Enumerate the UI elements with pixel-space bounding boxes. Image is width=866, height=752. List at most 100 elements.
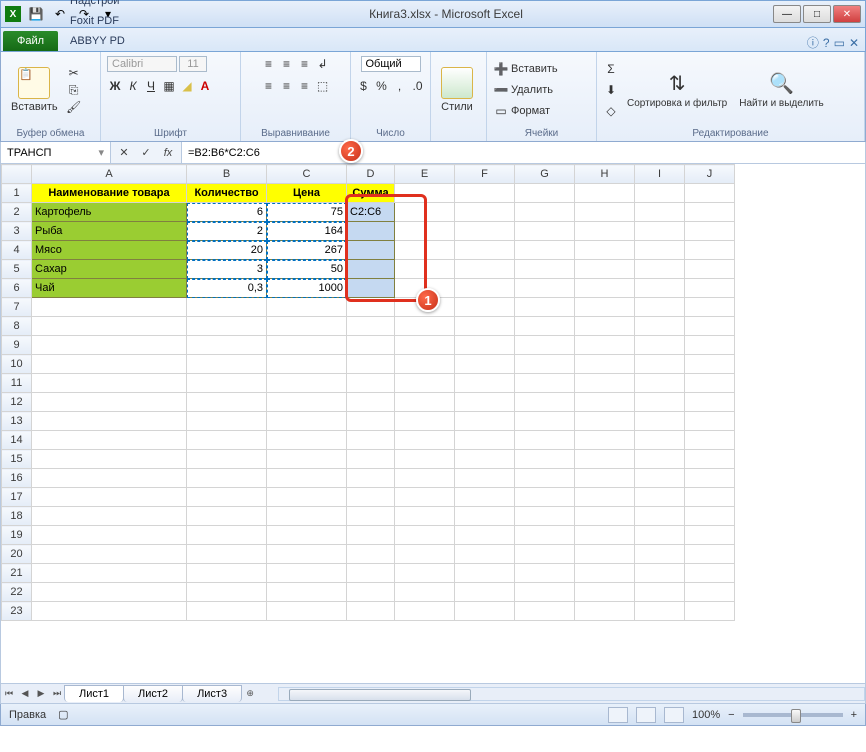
cell-C12[interactable] xyxy=(267,393,347,412)
confirm-edit-button[interactable]: ✓ xyxy=(137,145,155,161)
cell-C17[interactable] xyxy=(267,488,347,507)
cell-B4[interactable]: 20 xyxy=(187,241,267,260)
cell-D10[interactable] xyxy=(347,355,395,374)
cell-A23[interactable] xyxy=(32,602,187,621)
col-header-A[interactable]: A xyxy=(32,165,187,184)
cell-H21[interactable] xyxy=(575,564,635,583)
cell-H22[interactable] xyxy=(575,583,635,602)
cell-B16[interactable] xyxy=(187,469,267,488)
help-icon[interactable]: ⓘ xyxy=(807,34,819,51)
cell-I11[interactable] xyxy=(635,374,685,393)
cell-D17[interactable] xyxy=(347,488,395,507)
cell-C21[interactable] xyxy=(267,564,347,583)
cell-D16[interactable] xyxy=(347,469,395,488)
cell-B22[interactable] xyxy=(187,583,267,602)
cell-F1[interactable] xyxy=(455,184,515,203)
cell-G18[interactable] xyxy=(515,507,575,526)
cell-I21[interactable] xyxy=(635,564,685,583)
cell-F6[interactable] xyxy=(455,279,515,298)
cell-E9[interactable] xyxy=(395,336,455,355)
cell-B3[interactable]: 2 xyxy=(187,222,267,241)
mdi-close-icon[interactable]: ✕ xyxy=(849,36,859,50)
align-left-button[interactable]: ≡ xyxy=(261,78,277,94)
cell-J7[interactable] xyxy=(685,298,735,317)
cell-I18[interactable] xyxy=(635,507,685,526)
cell-E10[interactable] xyxy=(395,355,455,374)
font-color-button[interactable]: A xyxy=(197,78,213,94)
cell-I5[interactable] xyxy=(635,260,685,279)
row-header-13[interactable]: 13 xyxy=(2,412,32,431)
cell-H5[interactable] xyxy=(575,260,635,279)
cancel-edit-button[interactable]: ✕ xyxy=(115,145,133,161)
cell-J21[interactable] xyxy=(685,564,735,583)
cell-G14[interactable] xyxy=(515,431,575,450)
cell-J23[interactable] xyxy=(685,602,735,621)
help-button[interactable]: ? xyxy=(823,36,830,50)
cell-I23[interactable] xyxy=(635,602,685,621)
cell-E3[interactable] xyxy=(395,222,455,241)
cell-B10[interactable] xyxy=(187,355,267,374)
bold-button[interactable]: Ж xyxy=(107,78,123,94)
cell-B1[interactable]: Количество xyxy=(187,184,267,203)
cell-F9[interactable] xyxy=(455,336,515,355)
cell-B7[interactable] xyxy=(187,298,267,317)
new-sheet-button[interactable]: ⊕ xyxy=(242,686,258,702)
cell-B11[interactable] xyxy=(187,374,267,393)
sheet-nav-first[interactable]: ⏮ xyxy=(1,686,17,702)
row-header-22[interactable]: 22 xyxy=(2,583,32,602)
name-box[interactable]: ТРАНСП▾ xyxy=(1,142,111,163)
cell-A9[interactable] xyxy=(32,336,187,355)
cell-J6[interactable] xyxy=(685,279,735,298)
cell-J20[interactable] xyxy=(685,545,735,564)
cell-A20[interactable] xyxy=(32,545,187,564)
cell-B8[interactable] xyxy=(187,317,267,336)
cell-J17[interactable] xyxy=(685,488,735,507)
cell-G20[interactable] xyxy=(515,545,575,564)
cell-A22[interactable] xyxy=(32,583,187,602)
zoom-level[interactable]: 100% xyxy=(692,709,720,721)
cell-J9[interactable] xyxy=(685,336,735,355)
cell-G15[interactable] xyxy=(515,450,575,469)
cell-F17[interactable] xyxy=(455,488,515,507)
cell-J5[interactable] xyxy=(685,260,735,279)
cell-A15[interactable] xyxy=(32,450,187,469)
cell-B13[interactable] xyxy=(187,412,267,431)
cell-E15[interactable] xyxy=(395,450,455,469)
cell-C13[interactable] xyxy=(267,412,347,431)
cell-D6[interactable] xyxy=(347,279,395,298)
cell-F22[interactable] xyxy=(455,583,515,602)
cell-I6[interactable] xyxy=(635,279,685,298)
sort-filter-button[interactable]: ⇅ Сортировка и фильтр xyxy=(623,69,731,111)
cell-H11[interactable] xyxy=(575,374,635,393)
cell-A7[interactable] xyxy=(32,298,187,317)
cell-F18[interactable] xyxy=(455,507,515,526)
cell-A5[interactable]: Сахар xyxy=(32,260,187,279)
align-top-button[interactable]: ≡ xyxy=(261,56,277,72)
row-header-2[interactable]: 2 xyxy=(2,203,32,222)
border-button[interactable]: ▦ xyxy=(161,78,177,94)
cell-E12[interactable] xyxy=(395,393,455,412)
row-header-10[interactable]: 10 xyxy=(2,355,32,374)
cell-H4[interactable] xyxy=(575,241,635,260)
cell-H15[interactable] xyxy=(575,450,635,469)
cell-F2[interactable] xyxy=(455,203,515,222)
cell-D22[interactable] xyxy=(347,583,395,602)
cell-F4[interactable] xyxy=(455,241,515,260)
cell-H16[interactable] xyxy=(575,469,635,488)
cell-A10[interactable] xyxy=(32,355,187,374)
cell-D23[interactable] xyxy=(347,602,395,621)
row-header-8[interactable]: 8 xyxy=(2,317,32,336)
cell-C16[interactable] xyxy=(267,469,347,488)
percent-button[interactable]: % xyxy=(374,78,390,94)
sheet-nav-prev[interactable]: ◀ xyxy=(17,686,33,702)
cell-D7[interactable] xyxy=(347,298,395,317)
cell-G21[interactable] xyxy=(515,564,575,583)
horizontal-scrollbar[interactable] xyxy=(278,687,865,701)
maximize-button[interactable]: □ xyxy=(803,5,831,23)
cell-G16[interactable] xyxy=(515,469,575,488)
cell-E21[interactable] xyxy=(395,564,455,583)
cell-I4[interactable] xyxy=(635,241,685,260)
cell-B15[interactable] xyxy=(187,450,267,469)
row-header-9[interactable]: 9 xyxy=(2,336,32,355)
cell-I15[interactable] xyxy=(635,450,685,469)
